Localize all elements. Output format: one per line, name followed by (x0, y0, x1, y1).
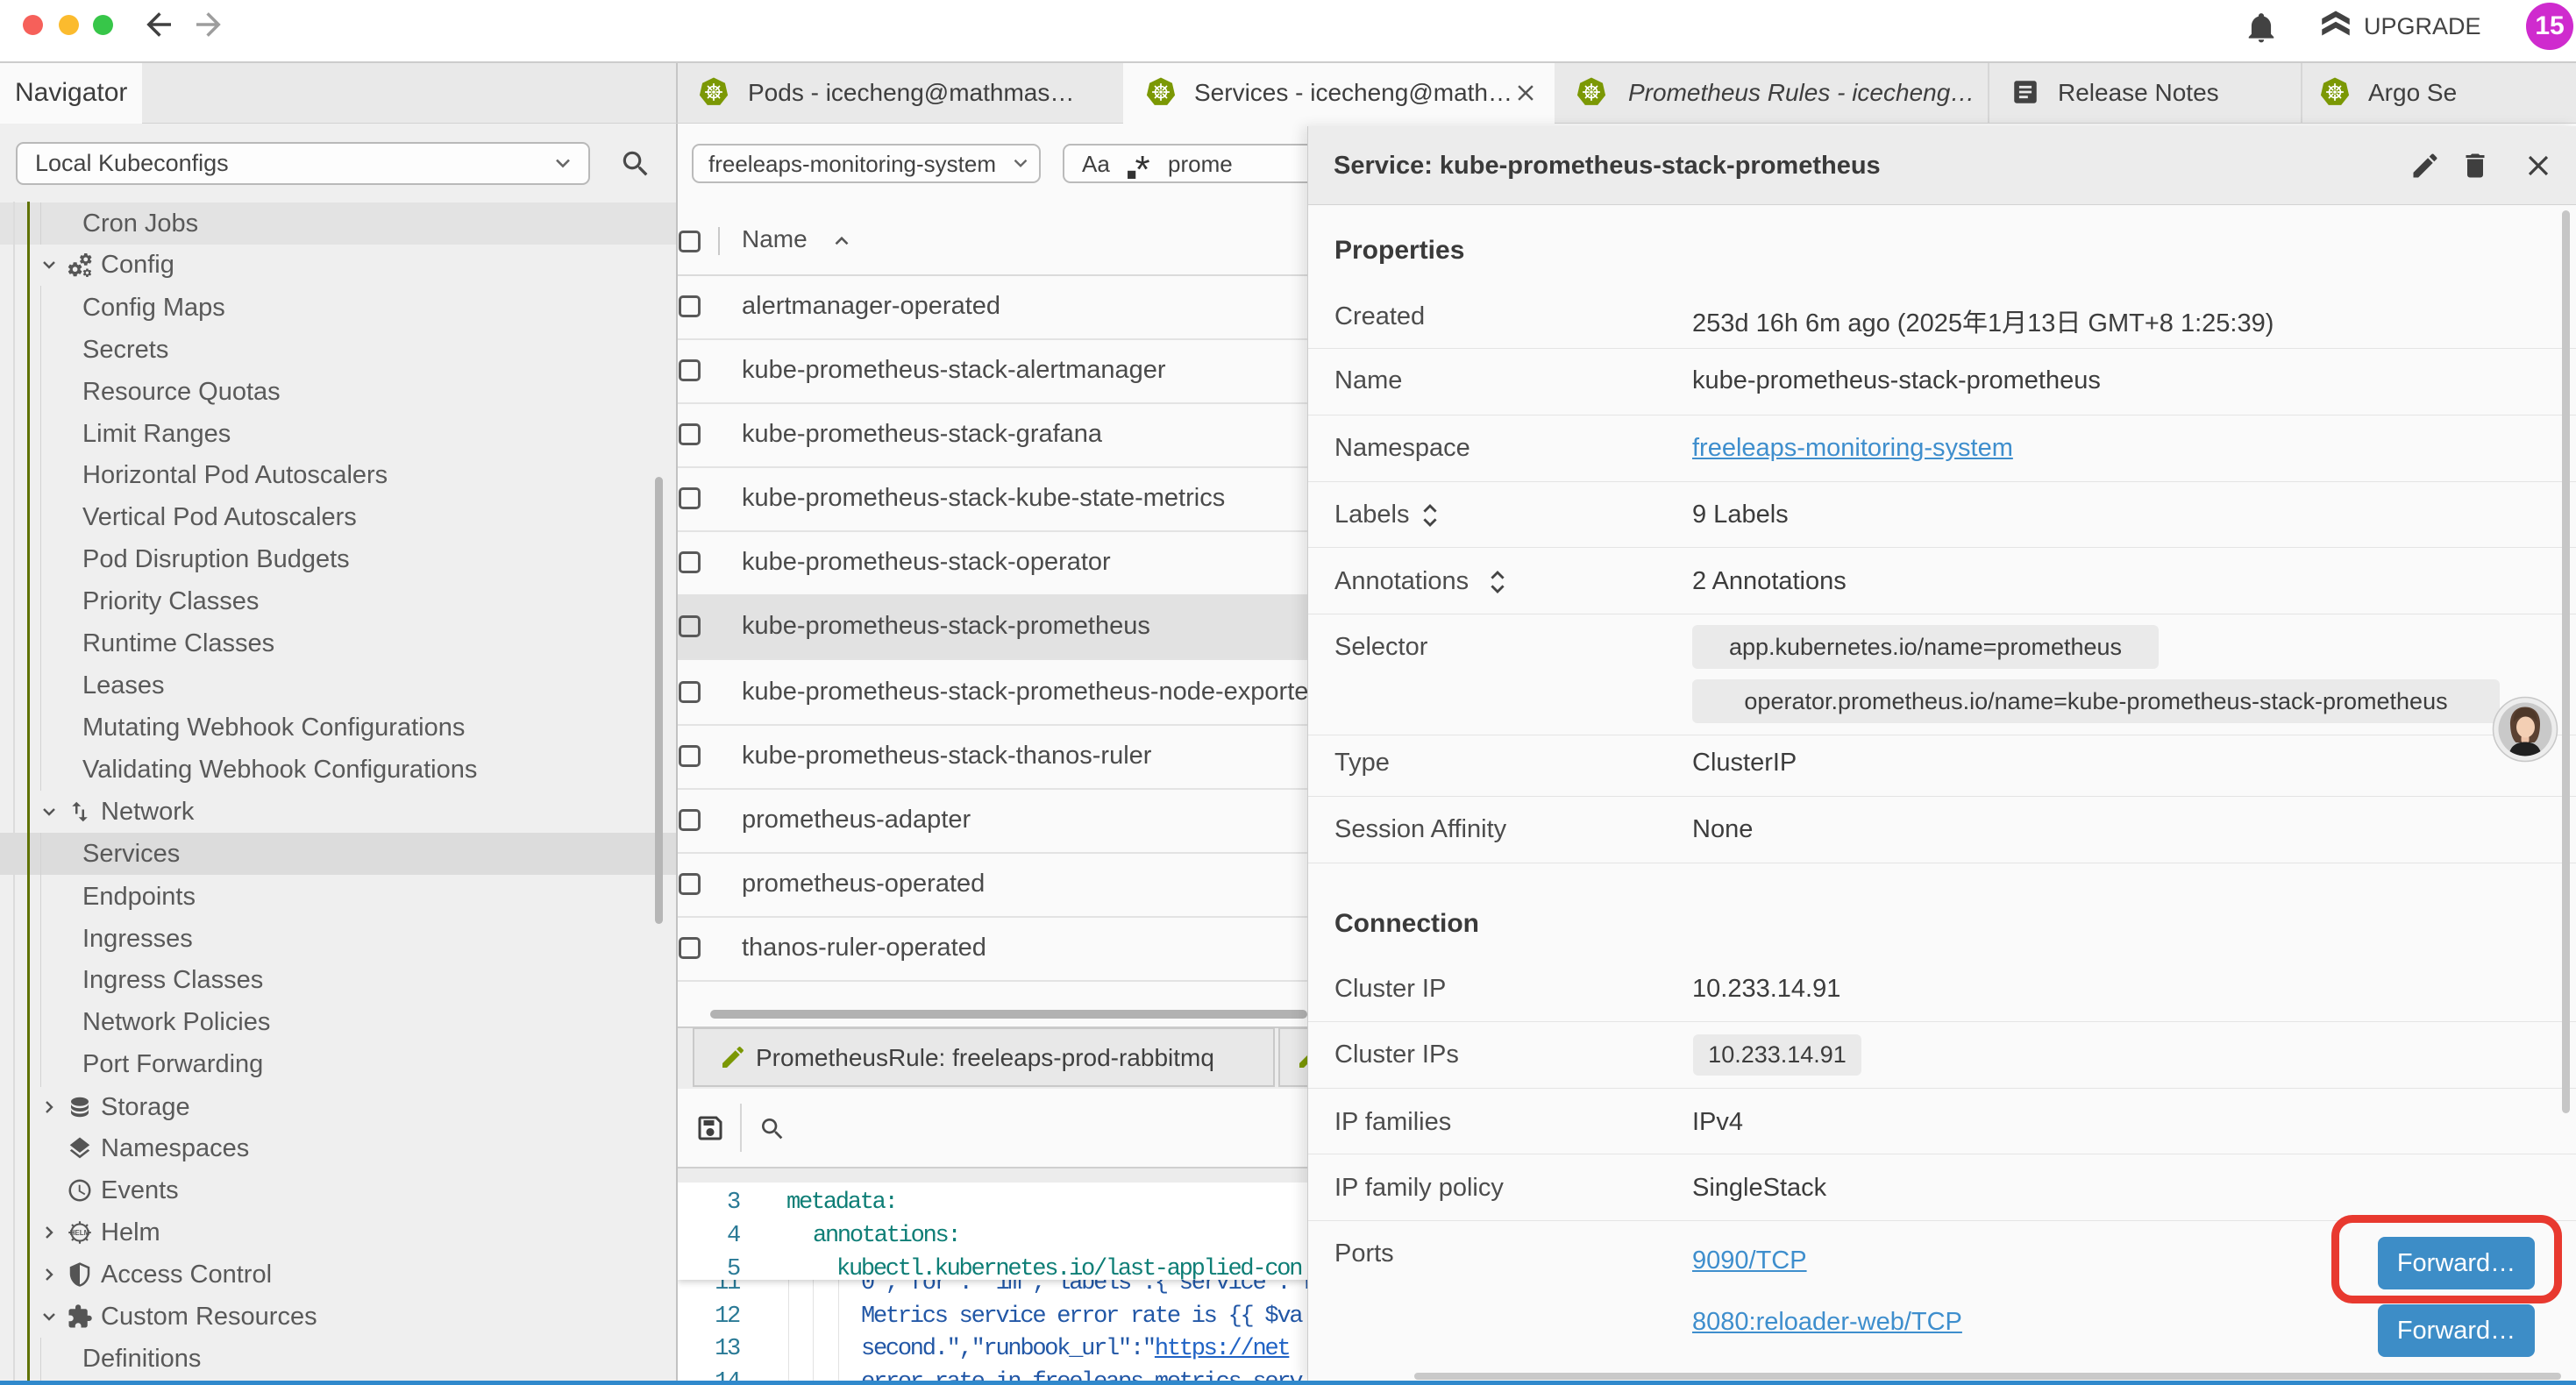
svg-text:HELM: HELM (70, 1229, 90, 1237)
